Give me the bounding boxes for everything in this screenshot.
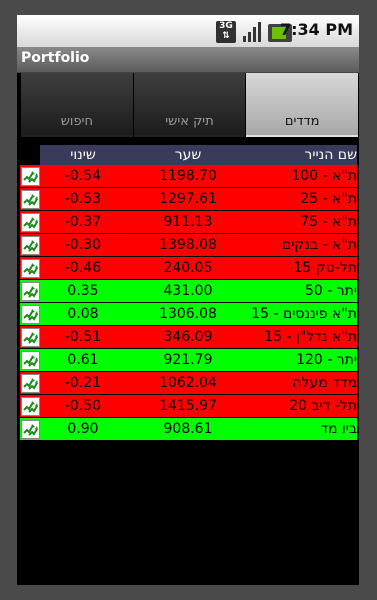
table-row[interactable]: 0.90 908.61 ביו מד bbox=[20, 418, 357, 441]
trend-icon bbox=[21, 167, 40, 186]
trend-icon-cell bbox=[20, 257, 40, 279]
change-cell: -0.46 bbox=[64, 260, 102, 276]
header-price: שער bbox=[174, 147, 202, 163]
trend-icon bbox=[21, 328, 40, 347]
name-cell: ת"א פיננסים - 15 bbox=[252, 306, 357, 322]
change-cell: -0.50 bbox=[64, 398, 102, 414]
tab-label: מדדים bbox=[284, 114, 320, 129]
change-cell: -0.37 bbox=[64, 214, 102, 230]
3g-icon: 3G ⇅ bbox=[216, 21, 236, 43]
table-row[interactable]: -0.51 346.09 ת"א נדל"ן - 15 bbox=[20, 326, 357, 349]
price-cell: 240.05 bbox=[163, 260, 213, 276]
price-cell: 1306.08 bbox=[159, 306, 217, 322]
change-cell: -0.51 bbox=[64, 329, 102, 345]
name-cell: ת"א - 100 bbox=[291, 168, 357, 184]
trend-icon bbox=[21, 420, 40, 439]
name-cell: ת"א נדל"ן - 15 bbox=[264, 329, 357, 345]
table-row[interactable]: -0.46 240.05 תל-טק 15 bbox=[20, 257, 357, 280]
trend-icon-cell bbox=[20, 303, 40, 325]
tab-search[interactable]: חיפוש bbox=[21, 73, 133, 137]
trend-icon-cell bbox=[20, 234, 40, 256]
change-cell: 0.08 bbox=[67, 306, 99, 322]
trend-icon-cell bbox=[20, 165, 40, 187]
table-row[interactable]: 0.61 921.79 יתר - 120 bbox=[20, 349, 357, 372]
trend-icon-cell bbox=[20, 372, 40, 394]
trend-icon bbox=[21, 374, 40, 393]
name-cell: ת"א - 25 bbox=[300, 191, 357, 207]
name-cell: ת"א - בנקים bbox=[281, 237, 357, 253]
table-row[interactable]: -0.30 1398.08 ת"א - בנקים bbox=[20, 234, 357, 257]
table-row[interactable]: 0.08 1306.08 ת"א פיננסים - 15 bbox=[20, 303, 357, 326]
trend-icon-cell bbox=[20, 395, 40, 417]
change-cell: 0.90 bbox=[67, 421, 99, 437]
header-name: שם הנייר bbox=[304, 147, 357, 163]
header-icon-cell bbox=[20, 145, 40, 165]
tab-label: תיק אישי bbox=[165, 114, 214, 129]
price-cell: 908.61 bbox=[163, 421, 213, 437]
price-cell: 921.79 bbox=[163, 352, 213, 368]
price-cell: 1198.70 bbox=[159, 168, 217, 184]
change-cell: -0.53 bbox=[64, 191, 102, 207]
price-cell: 346.09 bbox=[163, 329, 213, 345]
network-label: 3G bbox=[219, 21, 233, 31]
table-row[interactable]: -0.21 1062.04 מדד מעלה bbox=[20, 372, 357, 395]
table-body: -0.54 1198.70 ת"א - 100 -0.53 1297.61 ת"א - 2… bbox=[20, 165, 357, 441]
status-bar: 3G ⇅ 7:34 PM bbox=[17, 15, 359, 47]
name-cell: ת"א - 75 bbox=[300, 214, 357, 230]
app-title: Portfolio bbox=[21, 50, 90, 66]
trend-icon bbox=[21, 236, 40, 255]
name-cell: ביו מד bbox=[320, 421, 357, 437]
trend-icon bbox=[21, 259, 40, 278]
trend-icon-cell bbox=[20, 188, 40, 210]
name-cell: תל- דיב 20 bbox=[289, 398, 357, 414]
table-row[interactable]: -0.54 1198.70 ת"א - 100 bbox=[20, 165, 357, 188]
tab-label: חיפוש bbox=[60, 114, 93, 129]
signal-icon bbox=[243, 22, 261, 42]
change-cell: 0.61 bbox=[67, 352, 99, 368]
tab-bar: חיפוש תיק אישי מדדים bbox=[21, 73, 359, 137]
trend-icon-cell bbox=[20, 280, 40, 302]
change-cell: -0.54 bbox=[64, 168, 102, 184]
tab-indices[interactable]: מדדים bbox=[246, 73, 359, 137]
header-change: שינוי bbox=[70, 147, 96, 163]
trend-icon bbox=[21, 351, 40, 370]
trend-icon-cell bbox=[20, 326, 40, 348]
trend-icon bbox=[21, 397, 40, 416]
name-cell: תל-טק 15 bbox=[293, 260, 358, 276]
change-cell: 0.35 bbox=[67, 283, 99, 299]
trend-icon-cell bbox=[20, 418, 40, 440]
tab-portfolio[interactable]: תיק אישי bbox=[133, 73, 246, 137]
table-header: שינוי שער שם הנייר bbox=[20, 145, 357, 165]
price-cell: 1398.08 bbox=[159, 237, 217, 253]
price-cell: 1415.97 bbox=[159, 398, 217, 414]
price-cell: 911.13 bbox=[163, 214, 213, 230]
trend-icon bbox=[21, 190, 40, 209]
table-row[interactable]: -0.53 1297.61 ת"א - 25 bbox=[20, 188, 357, 211]
trend-icon-cell bbox=[20, 349, 40, 371]
name-cell: מדד מעלה bbox=[292, 375, 357, 391]
price-cell: 431.00 bbox=[163, 283, 213, 299]
table-row[interactable]: -0.50 1415.97 תל- דיב 20 bbox=[20, 395, 357, 418]
clock: 7:34 PM bbox=[279, 20, 353, 39]
trend-icon bbox=[21, 213, 40, 232]
table-row[interactable]: 0.35 431.00 יתר - 50 bbox=[20, 280, 357, 303]
price-cell: 1297.61 bbox=[159, 191, 217, 207]
phone-screen: 3G ⇅ 7:34 PM Portfolio חיפוש תיק אישי מדד… bbox=[17, 15, 359, 585]
trend-icon bbox=[21, 305, 40, 324]
indices-table: שינוי שער שם הנייר -0.54 1198.70 ת"א - 100… bbox=[20, 145, 357, 441]
name-cell: יתר - 120 bbox=[296, 352, 357, 368]
trend-icon-cell bbox=[20, 211, 40, 233]
name-cell: יתר - 50 bbox=[304, 283, 357, 299]
title-bar: Portfolio bbox=[17, 47, 359, 73]
change-cell: -0.30 bbox=[64, 237, 102, 253]
trend-icon bbox=[21, 282, 40, 301]
table-row[interactable]: -0.37 911.13 ת"א - 75 bbox=[20, 211, 357, 234]
change-cell: -0.21 bbox=[64, 375, 102, 391]
price-cell: 1062.04 bbox=[159, 375, 217, 391]
